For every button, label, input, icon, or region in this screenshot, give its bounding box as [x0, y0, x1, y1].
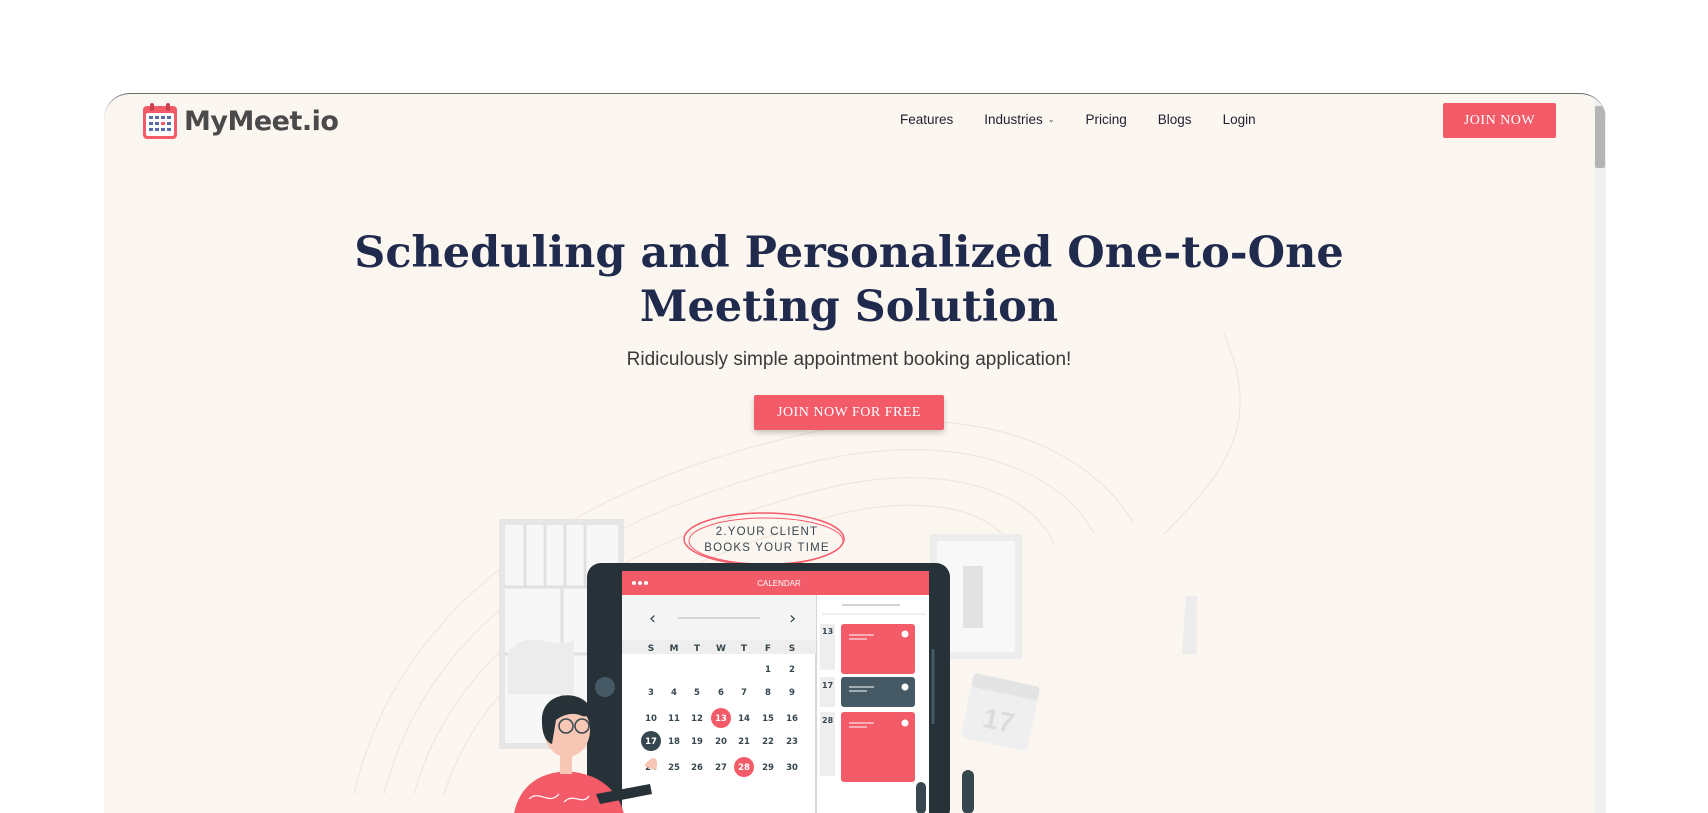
calendar-day: 3	[648, 688, 654, 698]
weekday-label: S	[789, 644, 795, 654]
nav-item-features[interactable]: Features	[900, 112, 953, 127]
prev-month-icon: ‹	[649, 608, 656, 629]
bell-icon	[901, 630, 909, 638]
calendar-day: 27	[715, 763, 727, 773]
calendar-day: 15	[762, 714, 774, 724]
calendar-day: 6	[718, 688, 724, 698]
brand-name: MyMeet.io	[184, 105, 339, 137]
highlighted-day-marker	[711, 708, 731, 728]
calendar-day: 14	[738, 714, 750, 724]
event-card	[841, 624, 915, 674]
calendar-day: 2	[789, 665, 795, 675]
calendar-day: 4	[671, 688, 677, 698]
wall-calendar-illustration: 17	[961, 673, 1040, 751]
event-card	[841, 677, 915, 707]
nav-item-login[interactable]: Login	[1223, 112, 1256, 127]
calendar-icon	[143, 103, 177, 139]
main-menu: Features Industries ⌄ Pricing Blogs Login	[900, 112, 1287, 127]
calendar-day: 13	[715, 714, 727, 724]
wall-calendar-day: 17	[980, 702, 1017, 739]
callout-line1: 2.YOUR CLIENT	[716, 526, 819, 538]
hero-title-line2: Meeting Solution	[639, 282, 1059, 332]
join-now-button[interactable]: JOIN NOW	[1443, 103, 1556, 138]
calendar-day: 11	[668, 714, 680, 724]
callout-line2: BOOKS YOUR TIME	[704, 542, 830, 554]
calendar-day: 30	[786, 763, 798, 773]
side-date-label: 13	[822, 627, 833, 636]
tablet-calendar-illustration: CALENDAR ‹ › S M T W T F S 1 23 4 5 6 7 8 910 11…	[587, 563, 950, 813]
calendar-day: 28	[738, 763, 750, 773]
scrollbar-thumb[interactable]	[1595, 106, 1605, 168]
weekday-label: F	[765, 644, 771, 654]
wall-frame-illustration	[930, 534, 1022, 659]
calendar-day: 25	[668, 763, 680, 773]
nav-label: Features	[900, 112, 954, 127]
hero-subtitle: Ridiculously simple appointment booking …	[626, 349, 1072, 370]
page-frame: MyMeet.io Features Industries ⌄ Pricing B…	[104, 93, 1606, 813]
window-illustration	[499, 519, 624, 749]
nav-item-pricing[interactable]: Pricing	[1086, 112, 1127, 127]
calendar-day: 22	[762, 737, 774, 747]
weekday-label: S	[648, 644, 654, 654]
calendar-day: 8	[765, 688, 771, 698]
nav-label: Pricing	[1085, 112, 1127, 127]
calendar-day: 5	[694, 688, 700, 698]
background-contours	[353, 333, 1241, 795]
hero-title-line1: Scheduling and Personalized One-to-One	[354, 228, 1344, 278]
client-books-callout: 2.YOUR CLIENT BOOKS YOUR TIME	[683, 512, 845, 566]
hero-illustration: 17 2.YOUR CLIENT BOOKS YOUR TIME CALENDA…	[499, 512, 1197, 813]
next-month-icon: ›	[789, 608, 796, 629]
nav-item-industries[interactable]: Industries ⌄	[984, 112, 1054, 127]
highlighted-day-marker	[734, 757, 754, 777]
weekday-row: S M T W T F S	[648, 644, 795, 654]
chevron-down-icon: ⌄	[1047, 115, 1055, 124]
calendar-day: 24	[645, 763, 657, 773]
weekday-label: M	[670, 644, 679, 654]
calendar-day: 1	[765, 665, 771, 675]
weekday-label: W	[716, 644, 726, 654]
selected-day-marker	[641, 731, 661, 751]
tablet-camera	[595, 677, 615, 697]
calendar-day: 16	[786, 714, 798, 724]
nav-label: Login	[1222, 112, 1256, 127]
calendar-day: 21	[738, 737, 750, 747]
calendar-header: CALENDAR	[757, 579, 801, 588]
calendar-day: 20	[715, 737, 727, 747]
calendar-day: 7	[741, 688, 747, 698]
bell-icon	[901, 683, 909, 691]
side-date-label: 28	[822, 716, 834, 725]
calendar-day: 9	[789, 688, 795, 698]
side-date-label: 17	[822, 681, 833, 690]
top-navbar: MyMeet.io Features Industries ⌄ Pricing B…	[104, 94, 1594, 150]
calendar-day-grid: 1 23 4 5 6 7 8 910 11 12 13 14 15 1617 18 19 20 21 22 2324 2…	[641, 665, 798, 777]
calendar-day: 12	[691, 714, 703, 724]
hero-title: Scheduling and Personalized One-to-One M…	[104, 226, 1594, 334]
calendar-day: 19	[691, 737, 703, 747]
page-scrollbar[interactable]	[1594, 94, 1606, 813]
bell-icon	[901, 719, 909, 727]
event-card	[841, 712, 915, 782]
calendar-day: 18	[668, 737, 680, 747]
nav-label: Blogs	[1157, 112, 1192, 127]
calendar-day: 23	[786, 737, 798, 747]
weekday-label: T	[694, 644, 701, 654]
cactus-illustration	[916, 770, 974, 813]
calendar-day: 17	[645, 737, 657, 747]
calendar-day: 26	[691, 763, 703, 773]
weekday-label: T	[741, 644, 748, 654]
person-illustration	[514, 695, 658, 813]
calendar-day: 10	[645, 714, 657, 724]
side-dates: 13 17 28	[822, 627, 834, 725]
nav-item-blogs[interactable]: Blogs	[1158, 112, 1192, 127]
nav-label: Industries	[984, 112, 1043, 127]
lamp-illustration	[1182, 596, 1197, 654]
join-free-button[interactable]: JOIN NOW FOR FREE	[754, 395, 944, 430]
brand-logo[interactable]: MyMeet.io	[142, 102, 339, 140]
calendar-day: 29	[762, 763, 774, 773]
